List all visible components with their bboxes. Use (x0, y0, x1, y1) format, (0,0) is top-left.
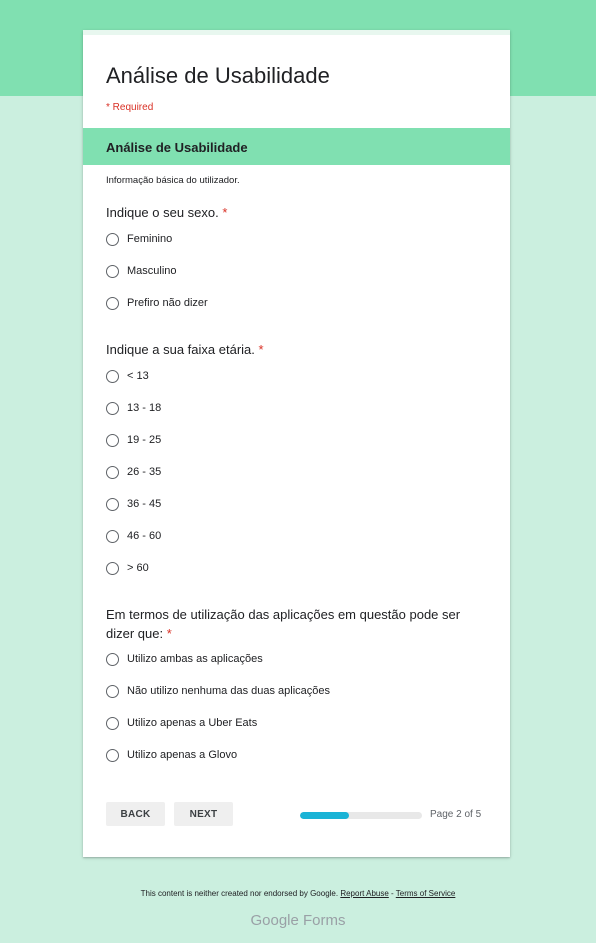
radio-option-uber-eats[interactable]: Utilizo apenas a Uber Eats (106, 713, 257, 733)
radio-option-13-18[interactable]: 13 - 18 (106, 398, 161, 418)
radio-button[interactable] (106, 684, 119, 698)
radio-button[interactable] (106, 264, 119, 278)
radio-option-over-60[interactable]: > 60 (106, 558, 149, 578)
radio-button[interactable] (106, 433, 119, 447)
terms-of-service-link[interactable]: Terms of Service (396, 889, 456, 898)
radio-option-no-apps[interactable]: Não utilizo nenhuma das duas aplicações (106, 681, 330, 701)
option-label: < 13 (127, 370, 149, 382)
option-label: Feminino (127, 233, 173, 245)
question-app-usage: Em termos de utilização das aplicações e… (106, 605, 491, 643)
option-label: 13 - 18 (127, 402, 162, 414)
option-label: 36 - 45 (127, 498, 162, 510)
option-label: 19 - 25 (127, 434, 162, 446)
option-label: Masculino (127, 265, 177, 277)
footer-separator: - (388, 889, 396, 898)
radio-button[interactable] (106, 232, 119, 246)
radio-button[interactable] (106, 497, 119, 511)
form-card: Análise de Usabilidade * Required Anális… (83, 30, 510, 857)
radio-option-feminino[interactable]: Feminino (106, 229, 172, 249)
radio-button[interactable] (106, 529, 119, 543)
progress-text: Page 2 of 5 (430, 809, 482, 820)
required-note: * Required (106, 102, 154, 113)
required-asterisk: * (258, 342, 264, 357)
radio-option-26-35[interactable]: 26 - 35 (106, 462, 161, 482)
question-age-range: Indique a sua faixa etária. * (106, 340, 491, 359)
radio-option-36-45[interactable]: 36 - 45 (106, 494, 161, 514)
next-button[interactable]: NEXT (174, 802, 233, 826)
logo-forms-text: Forms (303, 912, 346, 929)
radio-option-under-13[interactable]: < 13 (106, 366, 149, 386)
section-header: Análise de Usabilidade (83, 128, 510, 165)
radio-button[interactable] (106, 748, 119, 762)
radio-button[interactable] (106, 465, 119, 479)
radio-button[interactable] (106, 401, 119, 415)
question-text: Indique a sua faixa etária. (106, 342, 255, 357)
radio-option-prefiro-nao-dizer[interactable]: Prefiro não dizer (106, 293, 208, 313)
radio-option-46-60[interactable]: 46 - 60 (106, 526, 161, 546)
option-label: Utilizo ambas as aplicações (127, 653, 263, 665)
radio-button[interactable] (106, 369, 119, 383)
disclaimer-text: This content is neither created nor endo… (140, 889, 339, 898)
option-label: > 60 (127, 562, 149, 574)
section-description: Informação básica do utilizador. (106, 175, 240, 186)
section-title: Análise de Usabilidade (106, 140, 248, 155)
option-label: 26 - 35 (127, 466, 162, 478)
back-button[interactable]: BACK (106, 802, 165, 826)
option-label: Prefiro não dizer (127, 297, 208, 309)
option-label: 46 - 60 (127, 530, 162, 542)
footer-disclaimer: This content is neither created nor endo… (0, 889, 596, 898)
radio-button[interactable] (106, 296, 119, 310)
option-label: Não utilizo nenhuma das duas aplicações (127, 685, 331, 697)
form-title: Análise de Usabilidade (106, 63, 330, 88)
option-label: Utilizo apenas a Uber Eats (127, 717, 258, 729)
google-forms-logo: Google Forms (0, 912, 596, 929)
progress-bar-fill (300, 812, 349, 819)
option-label: Utilizo apenas a Glovo (127, 749, 238, 761)
radio-button[interactable] (106, 716, 119, 730)
radio-option-19-25[interactable]: 19 - 25 (106, 430, 161, 450)
radio-option-both-apps[interactable]: Utilizo ambas as aplicações (106, 649, 263, 669)
question-text: Indique o seu sexo. (106, 205, 219, 220)
question-sex: Indique o seu sexo. * (106, 203, 491, 222)
logo-google-text: Google (250, 912, 299, 929)
required-asterisk: * (222, 205, 228, 220)
radio-option-masculino[interactable]: Masculino (106, 261, 177, 281)
progress-bar (300, 812, 422, 819)
radio-button[interactable] (106, 652, 119, 666)
radio-option-glovo[interactable]: Utilizo apenas a Glovo (106, 745, 237, 765)
report-abuse-link[interactable]: Report Abuse (340, 889, 388, 898)
radio-button[interactable] (106, 561, 119, 575)
question-text: Em termos de utilização das aplicações e… (106, 607, 461, 641)
required-asterisk: * (166, 626, 172, 641)
